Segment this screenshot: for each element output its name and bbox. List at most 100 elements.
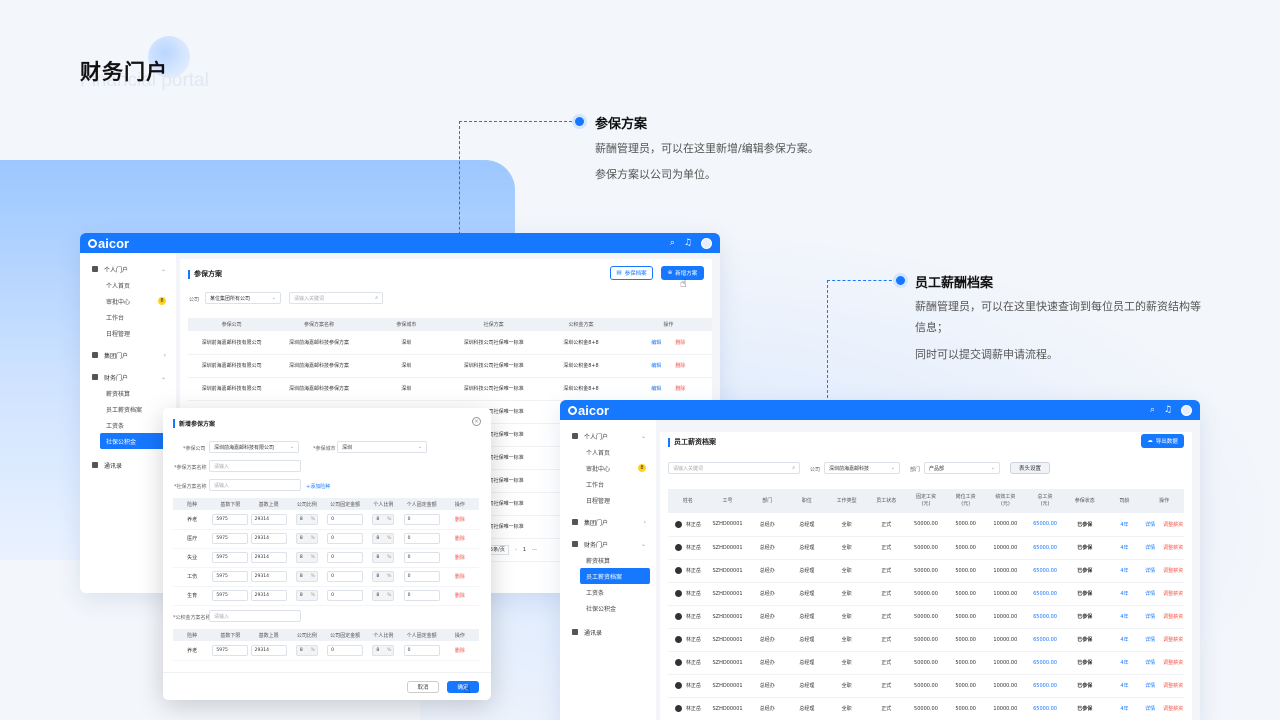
ratio-input[interactable]: 8% bbox=[372, 571, 395, 582]
prev-page-button[interactable]: ‹ bbox=[515, 547, 517, 553]
delete-link[interactable]: 删除 bbox=[440, 567, 479, 587]
ratio-input[interactable]: 8% bbox=[295, 513, 318, 525]
fixed-amount-input[interactable]: 0 bbox=[403, 552, 440, 563]
ratio-input[interactable]: 8% bbox=[295, 590, 318, 601]
sidebar-item-workbench[interactable]: 工作台 bbox=[80, 309, 176, 325]
sidebar-item-personal[interactable]: 个人门户 ⌄ bbox=[80, 261, 176, 277]
sidebar-item-personal-home[interactable]: 个人首页 bbox=[560, 444, 656, 460]
table-cell[interactable]: 4年 bbox=[1104, 697, 1145, 720]
cancel-button[interactable]: 取消 bbox=[407, 681, 439, 693]
search-input[interactable]: 请输入关键词 ⌕ bbox=[668, 462, 800, 474]
sidebar-item-social[interactable]: 社保公积金 bbox=[560, 600, 656, 616]
fixed-amount-input[interactable]: 0 bbox=[403, 644, 440, 656]
delete-link[interactable]: 删除 bbox=[440, 529, 479, 549]
detail-link[interactable]: 详情 bbox=[1145, 614, 1155, 620]
fixed-amount-input[interactable]: 0 bbox=[403, 571, 440, 582]
ratio-input[interactable]: 8% bbox=[295, 552, 318, 563]
sidebar-item-finance[interactable]: 财务门户 ⌄ bbox=[560, 536, 656, 552]
sidebar-item-contacts[interactable]: 通讯录 bbox=[560, 624, 656, 640]
detail-link[interactable]: 详情 bbox=[1145, 545, 1155, 551]
edit-link[interactable]: 编辑 bbox=[651, 363, 661, 369]
delete-link[interactable]: 删除 bbox=[675, 340, 685, 346]
dept-select[interactable]: 产品部 ⌄ bbox=[924, 462, 1000, 474]
table-cell[interactable]: 4年 bbox=[1104, 628, 1145, 652]
delete-link[interactable]: 删除 bbox=[440, 510, 479, 530]
search-icon[interactable]: ⌕ bbox=[670, 238, 675, 248]
edit-link[interactable]: 编辑 bbox=[651, 386, 661, 392]
base-input[interactable]: 29314 bbox=[250, 590, 287, 601]
detail-link[interactable]: 详情 bbox=[1145, 637, 1155, 643]
sidebar-item-approval[interactable]: 审批中心 8 bbox=[560, 460, 656, 476]
more-pages[interactable]: ··· bbox=[532, 547, 537, 553]
bell-icon[interactable]: ♫ bbox=[684, 238, 692, 248]
base-input[interactable]: 5975 bbox=[212, 590, 249, 601]
table-cell[interactable]: 4年 bbox=[1104, 582, 1145, 606]
sidebar-item-payslip[interactable]: 工资条 bbox=[80, 417, 176, 433]
table-cell[interactable]: 4年 bbox=[1104, 536, 1145, 560]
confirm-button[interactable]: 确定 bbox=[447, 681, 479, 693]
bell-icon[interactable]: ♫ bbox=[1164, 405, 1172, 415]
base-input[interactable]: 5975 bbox=[212, 552, 249, 563]
adjust-salary-link[interactable]: 调整薪资 bbox=[1163, 568, 1183, 574]
page-number[interactable]: 1 bbox=[523, 547, 526, 553]
delete-link[interactable]: 删除 bbox=[440, 586, 479, 606]
fixed-amount-input[interactable]: 0 bbox=[403, 533, 440, 544]
adjust-salary-link[interactable]: 调整薪资 bbox=[1163, 614, 1183, 620]
base-input[interactable]: 5975 bbox=[212, 644, 249, 656]
detail-link[interactable]: 详情 bbox=[1145, 591, 1155, 597]
company-select[interactable]: 深圳前海嘉邮科技有限公司 ⌄ bbox=[209, 441, 299, 453]
search-icon[interactable]: ⌕ bbox=[1150, 405, 1155, 415]
base-input[interactable]: 5975 bbox=[212, 513, 249, 525]
detail-link[interactable]: 详情 bbox=[1145, 568, 1155, 574]
sidebar-item-salary-file[interactable]: 员工薪资档案 bbox=[80, 401, 176, 417]
fixed-amount-input[interactable]: 0 bbox=[327, 571, 364, 582]
ratio-input[interactable]: 8% bbox=[295, 571, 318, 582]
ratio-input[interactable]: 8% bbox=[372, 644, 395, 656]
sidebar-item-finance[interactable]: 财务门户 ⌄ bbox=[80, 369, 176, 385]
base-input[interactable]: 5975 bbox=[212, 533, 249, 544]
sidebar-item-payslip[interactable]: 工资条 bbox=[560, 584, 656, 600]
sidebar-item-workbench[interactable]: 工作台 bbox=[560, 476, 656, 492]
base-input[interactable]: 29314 bbox=[250, 533, 287, 544]
sidebar-item-personal-home[interactable]: 个人首页 bbox=[80, 277, 176, 293]
fixed-amount-input[interactable]: 0 bbox=[403, 590, 440, 601]
user-avatar[interactable] bbox=[1181, 404, 1192, 416]
export-button[interactable]: ☁ 导出数据 bbox=[1141, 434, 1184, 448]
base-input[interactable]: 29314 bbox=[250, 513, 287, 525]
company-select[interactable]: 深圳前海嘉邮科技 ⌄ bbox=[824, 462, 900, 474]
fixed-amount-input[interactable]: 0 bbox=[327, 644, 364, 656]
base-input[interactable]: 29314 bbox=[250, 571, 287, 582]
table-cell[interactable]: 4年 bbox=[1104, 674, 1145, 698]
adjust-salary-link[interactable]: 调整薪资 bbox=[1163, 660, 1183, 666]
app-logo[interactable]: aicor bbox=[88, 236, 129, 251]
detail-link[interactable]: 详情 bbox=[1145, 683, 1155, 689]
detail-link[interactable]: 详情 bbox=[1145, 522, 1155, 528]
detail-link[interactable]: 详情 bbox=[1145, 660, 1155, 666]
sidebar-item-contacts[interactable]: 通讯录 bbox=[80, 457, 176, 473]
sidebar-item-approval[interactable]: 审批中心 8 bbox=[80, 293, 176, 309]
table-cell[interactable]: 4年 bbox=[1104, 559, 1145, 583]
app-logo[interactable]: aicor bbox=[568, 403, 609, 418]
adjust-salary-link[interactable]: 调整薪资 bbox=[1163, 522, 1183, 528]
close-icon[interactable]: × bbox=[472, 417, 481, 426]
adjust-salary-link[interactable]: 调整薪资 bbox=[1163, 683, 1183, 689]
table-cell[interactable]: 4年 bbox=[1104, 513, 1145, 537]
ratio-input[interactable]: 8% bbox=[295, 644, 318, 656]
sidebar-item-personal[interactable]: 个人门户 ⌄ bbox=[560, 428, 656, 444]
ratio-input[interactable]: 8% bbox=[372, 552, 395, 563]
adjust-salary-link[interactable]: 调整薪资 bbox=[1163, 591, 1183, 597]
fixed-amount-input[interactable]: 0 bbox=[327, 533, 364, 544]
detail-link[interactable]: 详情 bbox=[1145, 706, 1155, 712]
company-select[interactable]: 某位集团所有公司 ⌄ bbox=[205, 292, 281, 304]
sidebar-item-schedule[interactable]: 日程管理 bbox=[80, 325, 176, 341]
delete-link[interactable]: 删除 bbox=[675, 363, 685, 369]
ratio-input[interactable]: 8% bbox=[372, 533, 395, 544]
header-settings-button[interactable]: 表头设置 bbox=[1010, 462, 1050, 474]
fund-plan-input[interactable]: 请输入 bbox=[209, 610, 301, 622]
delete-link[interactable]: 删除 bbox=[675, 386, 685, 392]
base-input[interactable]: 29314 bbox=[250, 644, 287, 656]
adjust-salary-link[interactable]: 调整薪资 bbox=[1163, 545, 1183, 551]
base-input[interactable]: 29314 bbox=[250, 552, 287, 563]
sidebar-item-salary-calc[interactable]: 薪资核算 bbox=[560, 552, 656, 568]
delete-link[interactable]: 删除 bbox=[440, 641, 479, 661]
